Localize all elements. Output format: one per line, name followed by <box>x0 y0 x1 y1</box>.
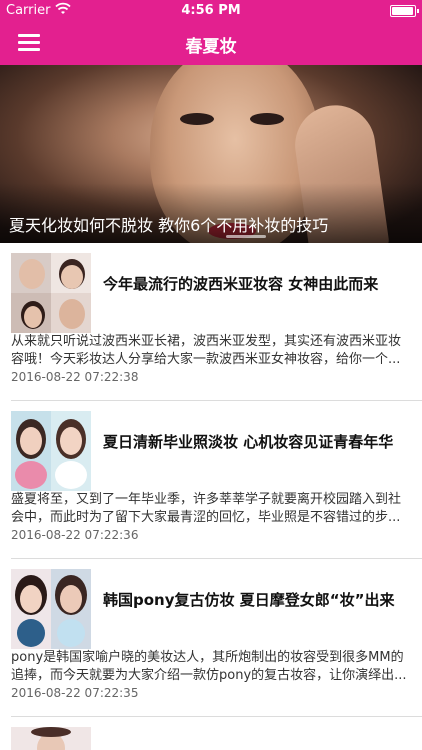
article-item[interactable]: 今年最流行的波西米亚妆容 女神由此而来 从来就只听说过波西米亚长裙，波西米亚发型… <box>0 243 422 401</box>
article-thumbnail <box>11 411 91 491</box>
article-thumbnail <box>11 727 91 750</box>
article-title: 今年最流行的波西米亚妆容 女神由此而来 <box>103 275 379 293</box>
article-title: 夏日清新毕业照淡妆 心机妆容见证青春年华 <box>103 433 394 451</box>
article-summary: 盛夏将至，又到了一年毕业季，许多莘莘学子就要离开校园踏入到社会中，而此时为了留下… <box>11 492 402 525</box>
banner-caption: 夏天化妆如何不脱妆 教你6个不用补妆的技巧 <box>9 216 329 235</box>
article-summary: pony是韩国家喻户晓的美妆达人，其所炮制出的妆容受到很多MM的追捧，而今天就要… <box>11 650 407 683</box>
status-bar: Carrier 4:56 PM <box>0 0 422 22</box>
navigation-bar: 春夏妆 <box>0 22 422 65</box>
page-title: 春夏妆 <box>185 37 237 57</box>
status-time: 4:56 PM <box>181 3 241 18</box>
battery-icon <box>390 5 419 17</box>
banner-eye-right <box>250 113 284 125</box>
article-item[interactable]: 韩国pony复古仿妆 夏日摩登女郎“妆”出来 pony是韩国家喻户晓的美妆达人，… <box>0 559 422 717</box>
article-thumbnail <box>11 253 91 333</box>
banner-eye-left <box>180 113 214 125</box>
article-item[interactable] <box>0 717 422 750</box>
article-title: 韩国pony复古仿妆 夏日摩登女郎“妆”出来 <box>103 591 395 609</box>
featured-banner[interactable]: 夏天化妆如何不脱妆 教你6个不用补妆的技巧 <box>0 65 422 243</box>
article-date: 2016-08-22 07:22:36 <box>11 528 139 542</box>
article-summary: 从来就只听说过波西米亚长裙，波西米亚发型，其实还有波西米亚妆容哦！今天彩妆达人分… <box>11 334 402 367</box>
banner-page-indicator[interactable] <box>226 235 266 238</box>
article-thumbnail <box>11 569 91 649</box>
article-date: 2016-08-22 07:22:35 <box>11 686 139 700</box>
article-item[interactable]: 夏日清新毕业照淡妆 心机妆容见证青春年华 盛夏将至，又到了一年毕业季，许多莘莘学… <box>0 401 422 559</box>
article-date: 2016-08-22 07:22:38 <box>11 370 139 384</box>
